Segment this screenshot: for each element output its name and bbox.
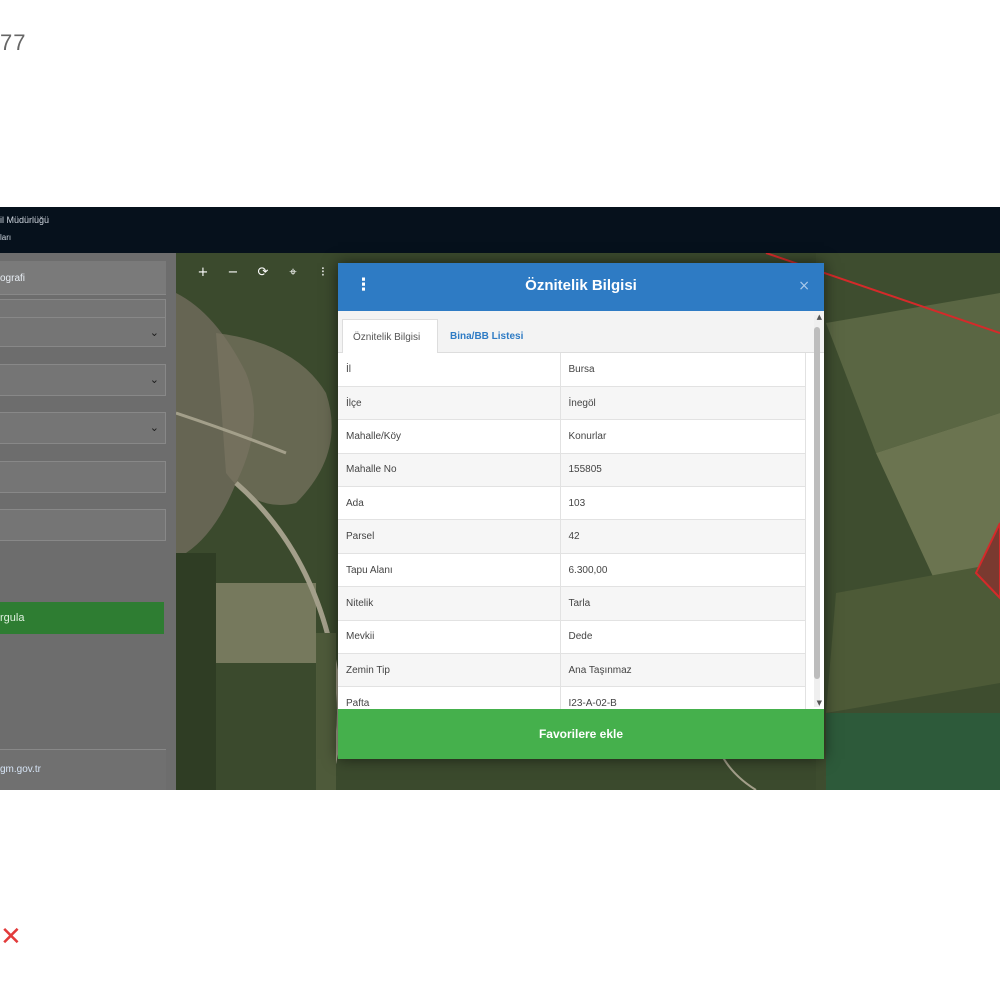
refresh-icon[interactable]: ⟳ xyxy=(248,265,278,280)
attribute-key: Zemin Tip xyxy=(338,653,561,688)
attribute-value: 103 xyxy=(560,486,806,521)
table-row: Mahalle No 155805 xyxy=(338,453,806,488)
table-row: Ada 103 xyxy=(338,486,806,521)
dialog-header: Öznitelik Bilgisi ⋮ × xyxy=(338,263,824,311)
table-row: Parsel 42 xyxy=(338,519,806,554)
attribute-key: Mevkii xyxy=(338,620,561,655)
attribute-value: I23-A-02-B xyxy=(560,686,806,709)
table-row: İlçe İnegöl xyxy=(338,386,806,421)
table-row: Mevkii Dede xyxy=(338,620,806,655)
sidebar-header[interactable]: ografi xyxy=(0,261,166,295)
chevron-down-icon: ⌄ xyxy=(149,421,159,434)
attribute-value: Bursa xyxy=(560,353,806,387)
table-row: Nitelik Tarla xyxy=(338,586,806,621)
district-select[interactable]: ⌄ xyxy=(0,364,166,396)
attribute-value: 42 xyxy=(560,519,806,554)
query-button[interactable]: rgula xyxy=(0,602,164,634)
scroll-up-icon[interactable]: ▲ xyxy=(817,313,822,321)
table-row: Zemin Tip Ana Taşınmaz xyxy=(338,653,806,688)
tab-building-list[interactable]: Bina/BB Listesi xyxy=(440,319,550,353)
table-row: Mahalle/Köy Konurlar xyxy=(338,419,806,454)
attribute-value: İnegöl xyxy=(560,386,806,421)
scrollbar-thumb[interactable] xyxy=(814,327,820,679)
table-scrollbar[interactable] xyxy=(814,315,820,707)
attribute-key: İlçe xyxy=(338,386,561,421)
attribute-info-dialog: Öznitelik Bilgisi ⋮ × Öznitelik Bilgisi … xyxy=(338,263,824,759)
table-row: Tapu Alanı 6.300,00 xyxy=(338,553,806,588)
watermark-number: 77 xyxy=(0,30,27,55)
footer-link[interactable]: gm.gov.tr xyxy=(0,749,166,790)
attribute-key: İl xyxy=(338,353,561,387)
attribute-key: Nitelik xyxy=(338,586,561,621)
attribute-table: İl Bursa İlçe İnegöl Mahalle/Köy Konurlar Maha… xyxy=(338,353,806,709)
attribute-value: Ana Taşınmaz xyxy=(560,653,806,688)
dialog-tabs: Öznitelik Bilgisi Bina/BB Listesi xyxy=(338,311,824,353)
attribute-key: Mahalle No xyxy=(338,453,561,488)
close-icon[interactable]: × xyxy=(798,278,810,294)
table-row: Pafta I23-A-02-B xyxy=(338,686,806,709)
agency-subtitle: ları xyxy=(0,233,12,242)
kebab-menu-icon[interactable]: ⋮ xyxy=(355,275,372,295)
watermark-mark: ✕ xyxy=(0,922,22,952)
attribute-value: 6.300,00 xyxy=(560,553,806,588)
attribute-value: Dede xyxy=(560,620,806,655)
block-input[interactable] xyxy=(0,461,166,493)
agency-name: il Müdürlüğü xyxy=(0,215,50,225)
zoom-in-icon[interactable]: + xyxy=(188,265,218,280)
sidebar: ografi ⌄ ⌄ ⌄ rgula gm.gov.tr xyxy=(0,253,176,790)
info-icon[interactable]: ⁝ xyxy=(308,265,338,280)
attribute-key: Parsel xyxy=(338,519,561,554)
neighborhood-select[interactable]: ⌄ xyxy=(0,412,166,444)
attribute-key: Mahalle/Köy xyxy=(338,419,561,454)
parcel-input[interactable] xyxy=(0,509,166,541)
page: 77 ✕ il Müdürlüğü ları ografi ⌄ ⌄ ⌄ rgul… xyxy=(0,0,1000,1000)
top-bar: il Müdürlüğü ları xyxy=(0,207,1000,253)
zoom-out-icon[interactable]: − xyxy=(218,265,248,280)
attribute-key: Tapu Alanı xyxy=(338,553,561,588)
attribute-key: Pafta xyxy=(338,686,561,709)
tab-attribute-info[interactable]: Öznitelik Bilgisi xyxy=(342,319,438,353)
table-row: İl Bursa xyxy=(338,353,806,387)
attribute-value: Tarla xyxy=(560,586,806,621)
attribute-value: 155805 xyxy=(560,453,806,488)
dialog-title: Öznitelik Bilgisi xyxy=(525,277,637,294)
map-toolbar: + − ⟳ ⌖ ⁝ xyxy=(176,259,338,285)
add-to-favorites-button[interactable]: Favorilere ekle xyxy=(338,709,824,759)
attribute-table-container[interactable]: İl Bursa İlçe İnegöl Mahalle/Köy Konurlar Maha… xyxy=(338,353,824,709)
attribute-value: Konurlar xyxy=(560,419,806,454)
scroll-down-icon[interactable]: ▼ xyxy=(817,699,822,707)
attribute-key: Ada xyxy=(338,486,561,521)
chevron-down-icon: ⌄ xyxy=(149,373,159,386)
chevron-down-icon: ⌄ xyxy=(149,326,159,339)
province-select[interactable]: ⌄ xyxy=(0,317,166,347)
locate-icon[interactable]: ⌖ xyxy=(278,265,308,280)
